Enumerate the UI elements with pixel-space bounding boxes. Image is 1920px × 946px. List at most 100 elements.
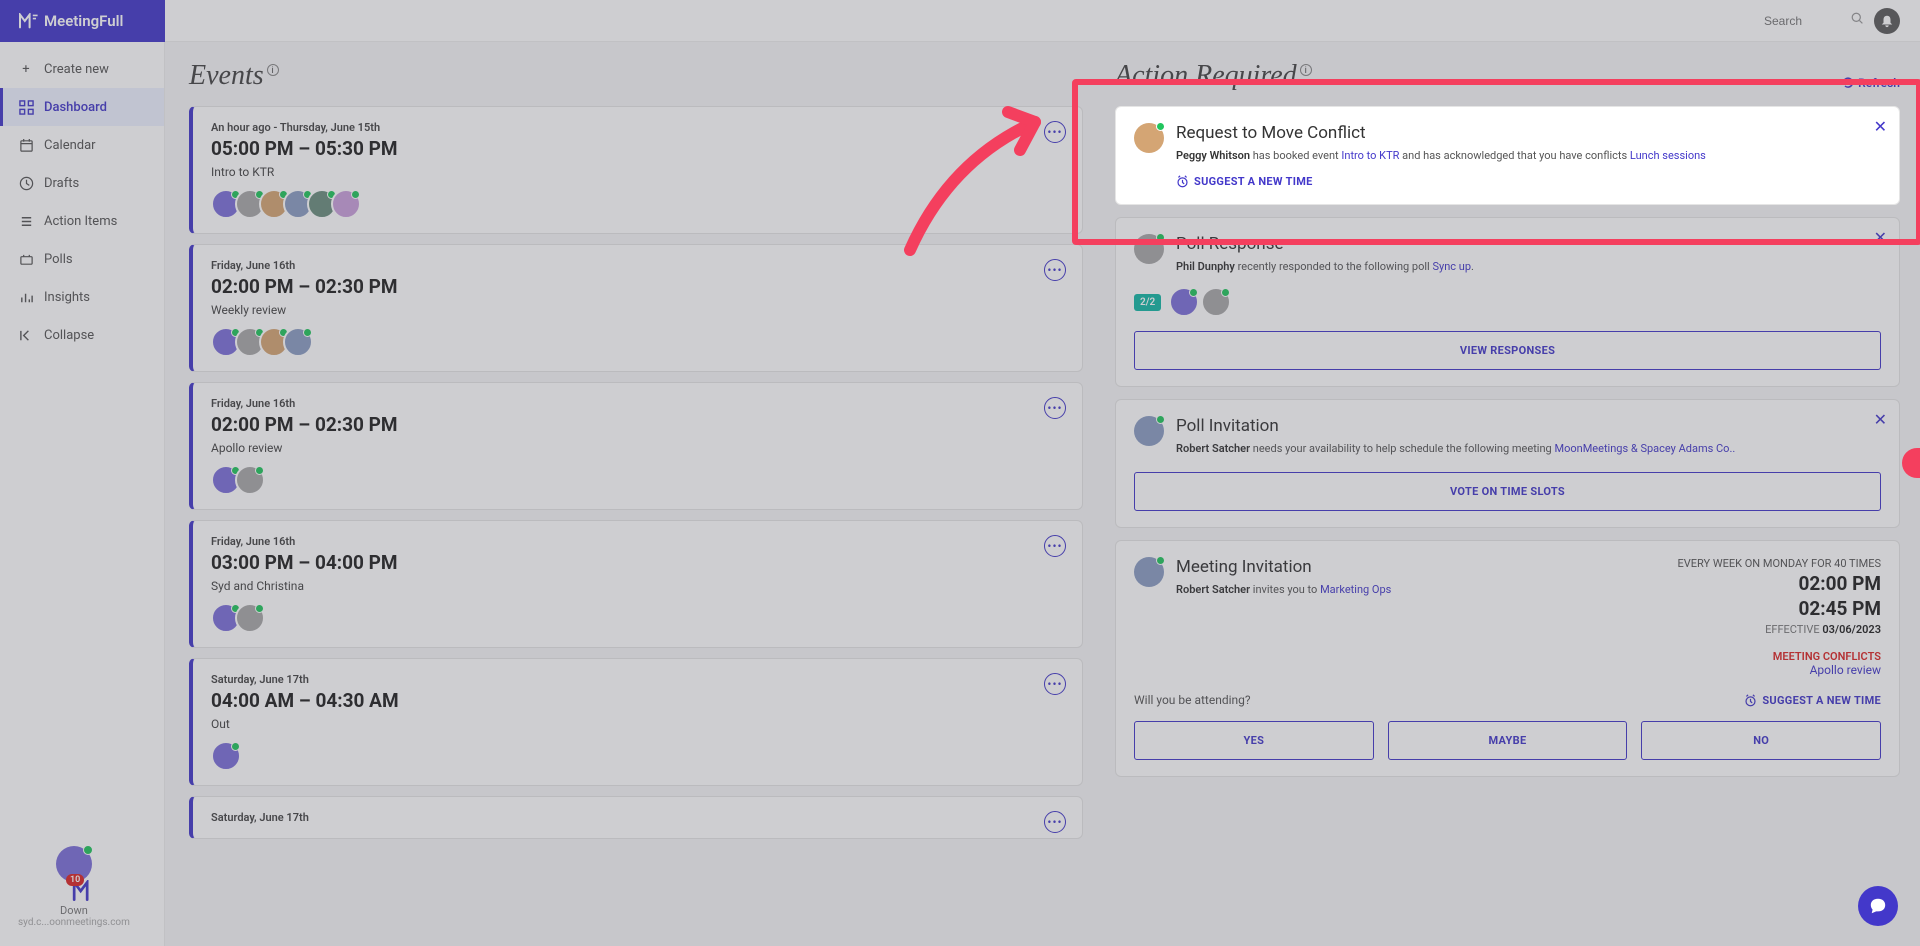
suggest-time-button[interactable]: SUGGEST A NEW TIME — [1744, 694, 1881, 707]
info-icon[interactable]: i — [1300, 64, 1312, 76]
avatar — [235, 465, 265, 495]
poll-link[interactable]: Sync up — [1432, 260, 1471, 273]
close-icon[interactable]: ✕ — [1874, 410, 1887, 429]
action-card-poll-invitation: ✕ Poll Invitation Robert Satcher needs y… — [1115, 399, 1900, 528]
chat-button[interactable] — [1858, 886, 1898, 926]
event-more-button[interactable]: ••• — [1044, 397, 1066, 419]
event-more-button[interactable]: ••• — [1044, 535, 1066, 557]
polls-icon — [18, 251, 34, 267]
event-title: Apollo review — [211, 441, 1064, 455]
event-card[interactable]: ••• Friday, June 16th 02:00 PM – 02:30 P… — [189, 382, 1083, 510]
card-description: Robert Satcher invites you to Marketing … — [1176, 582, 1391, 599]
sidebar-item-dashboard[interactable]: Dashboard — [0, 88, 164, 126]
chart-icon — [18, 289, 34, 305]
event-title: Out — [211, 717, 1064, 731]
actions-heading: Action Requiredi — [1115, 60, 1312, 92]
sidebar-item-collapse[interactable]: Collapse — [0, 316, 164, 354]
card-title: Request to Move Conflict — [1176, 123, 1881, 143]
event-title: Weekly review — [211, 303, 1064, 317]
event-more-button[interactable]: ••• — [1044, 811, 1066, 833]
events-column: Eventsi ••• An hour ago - Thursday, June… — [165, 42, 1095, 946]
chat-icon — [1869, 897, 1887, 915]
info-icon[interactable]: i — [267, 64, 279, 76]
card-title: Poll Response — [1176, 234, 1881, 254]
sidebar-item-calendar[interactable]: Calendar — [0, 126, 164, 164]
event-link[interactable]: Intro to KTR — [1341, 149, 1399, 162]
response-badge: 2/2 — [1134, 294, 1161, 311]
notification-badge: 10 — [66, 874, 84, 886]
avatar — [283, 327, 313, 357]
recurrence-label: EVERY WEEK ON MONDAY FOR 40 TIMES — [1677, 557, 1881, 570]
conflicts-label: MEETING CONFLICTS — [1677, 650, 1881, 663]
event-card[interactable]: ••• Friday, June 16th 03:00 PM – 04:00 P… — [189, 520, 1083, 648]
sidebar-item-polls[interactable]: Polls — [0, 240, 164, 278]
list-icon — [18, 213, 34, 229]
conflict-event-link[interactable]: Apollo review — [1810, 663, 1881, 677]
avatar — [331, 189, 361, 219]
event-card[interactable]: ••• An hour ago - Thursday, June 15th 05… — [189, 106, 1083, 234]
main-content: Eventsi ••• An hour ago - Thursday, June… — [165, 42, 1920, 946]
view-responses-button[interactable]: VIEW RESPONSES — [1134, 331, 1881, 370]
events-heading: Eventsi — [189, 60, 1083, 92]
action-card-poll-response: ✕ Poll Response Phil Dunphy recently res… — [1115, 217, 1900, 388]
sidebar-label: Action Items — [44, 214, 117, 229]
suggest-time-button[interactable]: SUGGEST A NEW TIME — [1176, 175, 1881, 188]
alarm-icon — [1744, 694, 1757, 707]
event-card[interactable]: ••• Saturday, June 17th — [189, 796, 1083, 839]
card-description: Peggy Whitson has booked event Intro to … — [1176, 148, 1881, 165]
start-time: 02:00 PM — [1677, 572, 1881, 596]
yes-button[interactable]: YES — [1134, 721, 1374, 760]
event-card[interactable]: ••• Saturday, June 17th 04:00 AM – 04:30… — [189, 658, 1083, 786]
end-time: 02:45 PM — [1677, 597, 1881, 621]
poll-responses-row: 2/2 — [1134, 287, 1881, 317]
close-icon[interactable]: ✕ — [1874, 117, 1887, 136]
sidebar-item-drafts[interactable]: Drafts — [0, 164, 164, 202]
vote-button[interactable]: VOTE ON TIME SLOTS — [1134, 472, 1881, 511]
dashboard-icon — [18, 99, 34, 115]
event-more-button[interactable]: ••• — [1044, 259, 1066, 281]
sidebar-label: Drafts — [44, 176, 79, 191]
user-email: syd.c...oonmeetings.com — [18, 917, 130, 928]
close-icon[interactable]: ✕ — [1874, 228, 1887, 247]
event-date: Friday, June 16th — [211, 259, 1064, 272]
logo-icon — [18, 13, 38, 29]
search-input[interactable] — [1756, 9, 1841, 33]
event-time: 05:00 PM – 05:30 PM — [211, 137, 1064, 160]
create-new-button[interactable]: + Create new — [0, 50, 164, 88]
event-more-button[interactable]: ••• — [1044, 673, 1066, 695]
no-button[interactable]: NO — [1641, 721, 1881, 760]
logo[interactable]: MeetingFull — [0, 0, 165, 42]
user-name: Down — [60, 904, 88, 917]
event-date: Friday, June 16th — [211, 397, 1064, 410]
current-user-widget[interactable]: 10 Down syd.c...oonmeetings.com — [18, 846, 130, 928]
maybe-button[interactable]: MAYBE — [1388, 721, 1628, 760]
event-more-button[interactable]: ••• — [1044, 121, 1066, 143]
attendee-avatars — [211, 465, 1064, 495]
sidebar-item-insights[interactable]: Insights — [0, 278, 164, 316]
event-date: An hour ago - Thursday, June 15th — [211, 121, 1064, 134]
attendee-avatars — [211, 741, 1064, 771]
calendar-icon — [18, 137, 34, 153]
event-title: Intro to KTR — [211, 165, 1064, 179]
event-date: Saturday, June 17th — [211, 673, 1064, 686]
event-card[interactable]: ••• Friday, June 16th 02:00 PM – 02:30 P… — [189, 244, 1083, 372]
app-name: MeetingFull — [44, 12, 123, 30]
clock-icon — [18, 175, 34, 191]
event-time: 03:00 PM – 04:00 PM — [211, 551, 1064, 574]
meeting-link[interactable]: Marketing Ops — [1320, 583, 1391, 596]
notifications-button[interactable] — [1874, 8, 1900, 34]
event-date: Friday, June 16th — [211, 535, 1064, 548]
card-description: Robert Satcher needs your availability t… — [1176, 441, 1881, 458]
sidebar-item-action-items[interactable]: Action Items — [0, 202, 164, 240]
attendee-avatars — [211, 327, 1064, 357]
refresh-button[interactable]: Refresh — [1842, 76, 1900, 90]
meeting-link[interactable]: MoonMeetings & Spacey Adams Co.. — [1554, 442, 1735, 455]
avatar — [1134, 416, 1164, 446]
effective-date: EFFECTIVE 03/06/2023 — [1677, 623, 1881, 636]
actions-column: Action Requiredi Refresh ✕ Request to Mo… — [1095, 42, 1920, 946]
avatar — [1134, 557, 1164, 587]
conflict-link[interactable]: Lunch sessions — [1630, 149, 1706, 162]
search-icon[interactable] — [1851, 12, 1864, 29]
sidebar-label: Polls — [44, 252, 73, 267]
sidebar-label: Insights — [44, 290, 90, 305]
